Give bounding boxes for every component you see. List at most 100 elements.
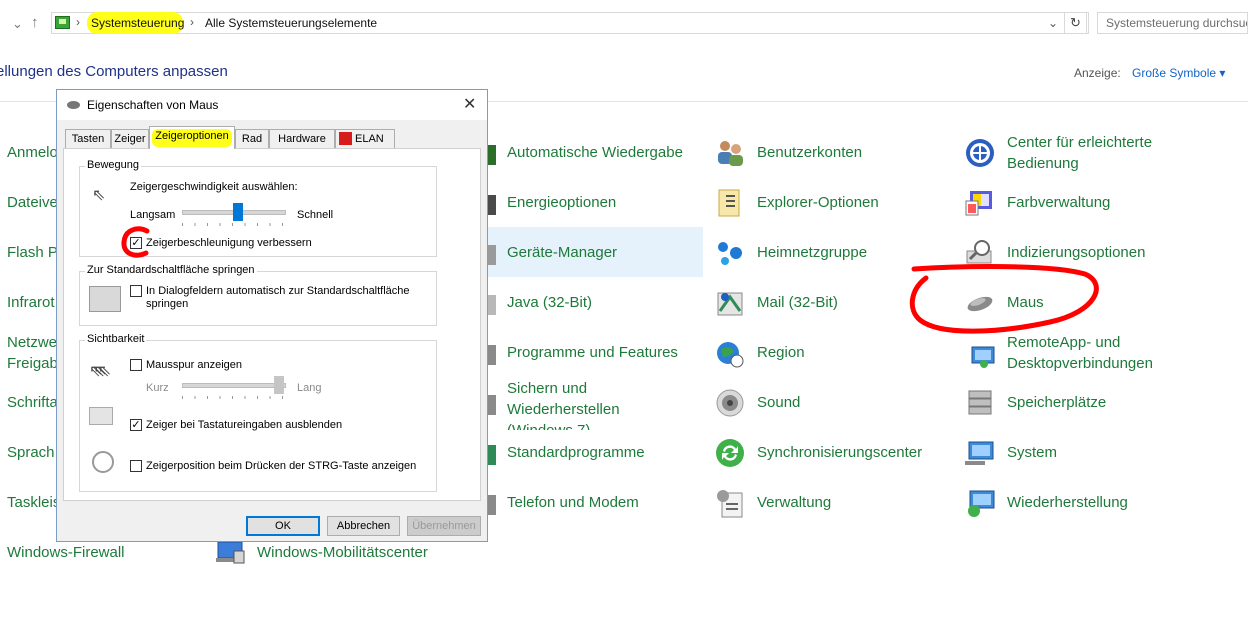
view-dropdown[interactable]: Große Symbole ▾ [1132, 66, 1225, 80]
hide-checkbox[interactable]: ✓ [130, 419, 142, 431]
breadcrumb-separator-icon: › [76, 15, 80, 29]
tab-elan-label: ELAN [355, 133, 384, 145]
item-speicherplaetze[interactable]: Speicherplätze [1007, 392, 1106, 413]
item-windows-firewall[interactable]: Windows-Firewall [7, 542, 125, 563]
tab-hardware[interactable]: Hardware [269, 129, 335, 148]
apply-button[interactable]: Übernehmen [407, 516, 481, 536]
item-netzwerk-line2[interactable]: Freigab [7, 353, 58, 374]
color-management-icon [965, 191, 992, 216]
speed-slider-thumb[interactable] [232, 203, 243, 221]
tab-zeigeroptionen[interactable]: Zeigeroptionen [149, 126, 235, 149]
item-explorer-optionen[interactable]: Explorer-Optionen [757, 192, 879, 213]
up-arrow-icon[interactable]: ↑ [31, 14, 39, 31]
ok-button[interactable]: OK [246, 516, 320, 536]
item-taskleiste[interactable]: Taskleis [7, 492, 60, 513]
red-mark-annotation [121, 226, 150, 258]
item-sichern-line2[interactable]: Wiederherstellen [507, 399, 620, 420]
elan-logo-icon [339, 132, 352, 145]
default-programs-icon [488, 445, 496, 465]
item-region[interactable]: Region [757, 342, 805, 363]
tab-zeigeroptionen-label: Zeigeroptionen [155, 130, 229, 142]
address-dropdown-chevron-icon[interactable]: ⌄ [1048, 16, 1058, 30]
system-icon [965, 441, 994, 465]
item-mail[interactable]: Mail (32-Bit) [757, 292, 838, 313]
item-telefon-und-modem[interactable]: Telefon und Modem [507, 492, 639, 513]
dialog-title: Eigenschaften von Maus [87, 98, 219, 112]
chevron-down-icon: ▾ [1219, 66, 1226, 80]
breadcrumb-systemsteuerung[interactable]: Systemsteuerung [91, 16, 184, 30]
tab-tasten[interactable]: Tasten [65, 129, 111, 148]
item-anmeldeinformationen[interactable]: Anmelo [7, 142, 58, 163]
mail-icon [717, 292, 743, 316]
item-programme-und-features[interactable]: Programme und Features [507, 342, 678, 363]
trail-slider-ticks [182, 396, 286, 399]
item-verwaltung[interactable]: Verwaltung [757, 492, 831, 513]
item-energieoptionen[interactable]: Energieoptionen [507, 192, 616, 213]
item-dateiversionsverlauf[interactable]: Dateive [7, 192, 58, 213]
item-netzwerk-line1[interactable]: Netzwe [7, 332, 57, 353]
item-geraete-manager[interactable]: Geräte-Manager [507, 242, 617, 263]
item-system[interactable]: System [1007, 442, 1057, 463]
cancel-button[interactable]: Abbrechen [327, 516, 400, 536]
ctrl-checkbox[interactable] [130, 460, 142, 472]
speed-slider-ticks [182, 223, 286, 226]
trail-checkbox[interactable] [130, 359, 142, 371]
tab-rad[interactable]: Rad [235, 129, 269, 148]
snap-checkbox[interactable] [130, 285, 142, 297]
tab-zeiger[interactable]: Zeiger [111, 129, 149, 148]
ease-of-access-icon [966, 139, 994, 167]
page-title: ellungen des Computers anpassen [0, 63, 228, 80]
item-java[interactable]: Java (32-Bit) [507, 292, 592, 313]
item-flash-player[interactable]: Flash P [7, 242, 58, 263]
folder-options-icon [718, 189, 740, 217]
group-snap [79, 271, 437, 326]
admin-tools-icon [717, 490, 743, 518]
item-sound[interactable]: Sound [757, 392, 800, 413]
item-center-erleichterte-line2[interactable]: Bedienung [1007, 153, 1079, 174]
view-label: Anzeige: [1074, 66, 1121, 80]
item-wiederherstellung[interactable]: Wiederherstellung [1007, 492, 1128, 513]
item-farbverwaltung[interactable]: Farbverwaltung [1007, 192, 1110, 213]
item-sichern-line3[interactable]: (Windows 7) [507, 420, 590, 430]
item-benutzerkonten[interactable]: Benutzerkonten [757, 142, 862, 163]
storage-spaces-icon [968, 390, 992, 415]
locate-pointer-icon [92, 451, 114, 473]
ctrl-label: Zeigerposition beim Drücken der STRG-Tas… [146, 460, 417, 472]
accel-label: Zeigerbeschleunigung verbessern [146, 237, 312, 249]
item-standardprogramme[interactable]: Standardprogramme [507, 442, 645, 463]
trail-slider-track[interactable] [182, 383, 286, 388]
recent-locations-chevron-icon[interactable]: ⌄ [12, 16, 23, 32]
refresh-icon[interactable]: ↻ [1064, 12, 1087, 34]
group-sichtbarkeit-label: Sichtbarkeit [85, 333, 147, 345]
mouse-properties-dialog: Eigenschaften von Maus ✕ Tasten Zeiger Z… [56, 89, 488, 542]
pointer-trail-icon: ⇖⇖⇖ [89, 363, 111, 380]
item-spracherkennung[interactable]: Sprach [7, 442, 55, 463]
item-sichern-line1[interactable]: Sichern und [507, 378, 587, 399]
dialog-titlebar[interactable]: Eigenschaften von Maus ✕ [57, 90, 487, 120]
breadcrumb-all-items[interactable]: Alle Systemsteuerungselemente [205, 16, 377, 30]
tab-elan[interactable]: ELAN [335, 129, 395, 148]
search-input[interactable]: Systemsteuerung durchsuchen [1097, 12, 1248, 34]
item-heimnetzgruppe[interactable]: Heimnetzgruppe [757, 242, 867, 263]
globe-clock-icon [717, 342, 744, 368]
trail-long-label: Lang [297, 382, 322, 394]
control-panel-icon [55, 16, 70, 29]
address-bar[interactable]: › Systemsteuerung › Alle Systemsteuerung… [51, 12, 1089, 34]
programs-icon [488, 345, 496, 365]
item-infrarot[interactable]: Infrarot [7, 292, 55, 313]
item-remoteapp-line2[interactable]: Desktopverbindungen [1007, 353, 1153, 374]
trail-slider-thumb[interactable] [274, 376, 284, 394]
power-options-icon [488, 195, 496, 215]
item-schriftarten[interactable]: Schrifta [7, 392, 58, 413]
item-automatische-wiedergabe[interactable]: Automatische Wiedergabe [507, 142, 683, 163]
item-windows-mobilitaetscenter[interactable]: Windows-Mobilitätscenter [257, 542, 428, 563]
mouse-icon [67, 101, 80, 109]
close-icon[interactable]: ✕ [463, 94, 476, 114]
group-bewegung-label: Bewegung [85, 159, 141, 171]
trail-label: Mausspur anzeigen [146, 359, 243, 371]
item-center-erleichterte-line1[interactable]: Center für erleichterte [1007, 132, 1152, 153]
item-synchronisierungscenter[interactable]: Synchronisierungscenter [757, 442, 922, 463]
autoplay-icon [488, 145, 496, 165]
hide-pointer-icon [89, 407, 113, 425]
phone-modem-icon [488, 495, 496, 515]
